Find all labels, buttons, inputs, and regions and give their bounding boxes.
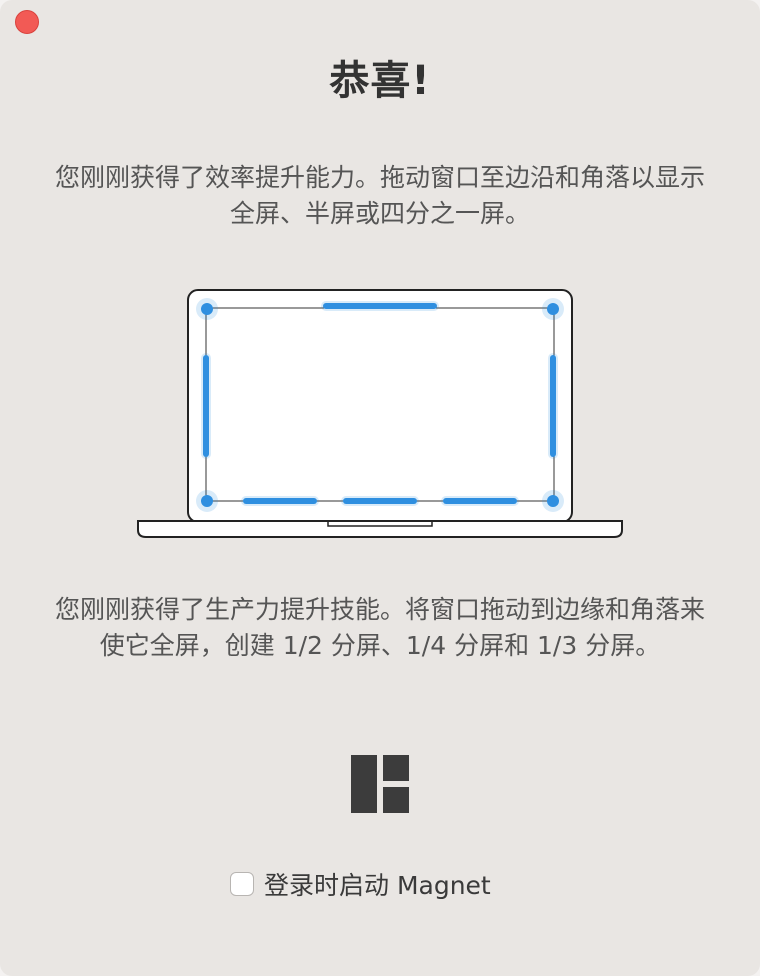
close-button[interactable] (15, 10, 39, 34)
snap-corner-bottom-right (547, 495, 559, 507)
description-text: 您刚刚获得了生产力提升技能。将窗口拖动到边缘和角落来使它全屏，创建 1/2 分屏… (54, 595, 705, 660)
snap-corner-top-left (201, 303, 213, 315)
snap-corner-bottom-left (201, 495, 213, 507)
magnet-layout-icon (351, 755, 409, 813)
laptop-base (137, 520, 623, 538)
launch-at-login-checkbox[interactable] (230, 872, 254, 896)
snap-corner-top-right (547, 303, 559, 315)
laptop-screen (187, 289, 573, 523)
launch-at-login-row[interactable]: 登录时启动 Magnet (230, 866, 491, 902)
laptop-illustration (137, 289, 623, 538)
page-title: 恭喜! (329, 58, 431, 104)
intro-text: 您刚刚获得了效率提升能力。拖动窗口至边沿和角落以显示全屏、半屏或四分之一屏。 (54, 163, 705, 228)
launch-at-login-label[interactable]: 登录时启动 Magnet (264, 866, 491, 902)
welcome-window: 恭喜! 您刚刚获得了效率提升能力。拖动窗口至边沿和角落以显示全屏、半屏或四分之一… (0, 0, 760, 976)
